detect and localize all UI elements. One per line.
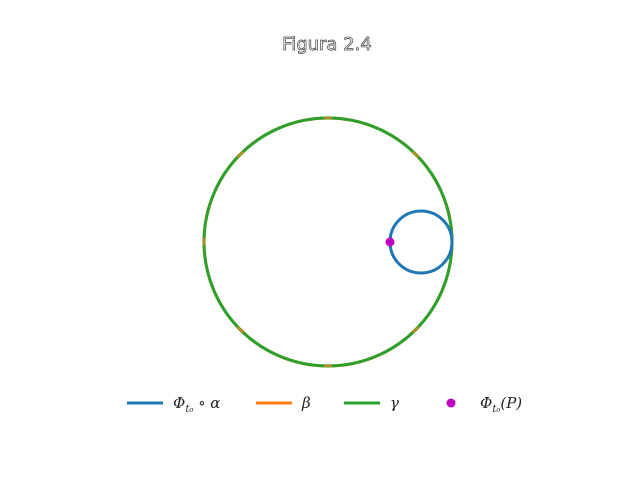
gamma-bottom-arc [239, 328, 417, 368]
point-p-marker [385, 237, 395, 247]
legend-item-beta: β [256, 394, 311, 412]
gamma-right-arc [414, 153, 454, 331]
gamma-left-arc [202, 153, 242, 331]
poincare-disk-diagram [202, 116, 454, 368]
gamma-top-arc [239, 116, 417, 156]
legend-item-alpha: Φt₀ ∘ α [127, 394, 220, 415]
legend-label-point: Φt₀(P) [480, 394, 522, 415]
legend: Φt₀ ∘ α β γ Φt₀(P) [127, 394, 522, 415]
figure-canvas: Figura 2.4 Φt₀ ∘ α β γ Φt₀(P) [127, 34, 522, 415]
figure-title: Figura 2.4 [282, 34, 372, 55]
legend-label-alpha: Φt₀ ∘ α [173, 394, 220, 415]
legend-label-beta: β [301, 394, 311, 412]
legend-item-point: Φt₀(P) [446, 394, 522, 415]
legend-label-gamma: γ [390, 394, 399, 412]
legend-item-gamma: γ [344, 394, 399, 412]
legend-swatch-point [446, 398, 456, 408]
alpha-horocycle [388, 209, 454, 275]
